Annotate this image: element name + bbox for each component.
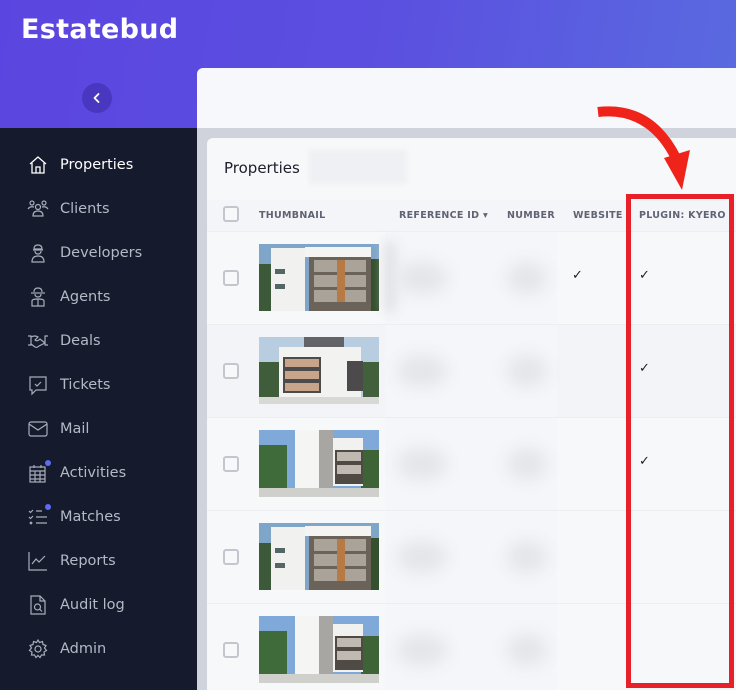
row-checkbox[interactable]: [223, 549, 239, 565]
properties-card: Properties THUMBNAIL REFERENCE ID ▾ NUMB…: [207, 138, 736, 690]
row-checkbox[interactable]: [223, 270, 239, 286]
property-thumbnail[interactable]: [259, 244, 379, 311]
property-thumbnail[interactable]: [259, 430, 379, 497]
redacted-reference-id: [397, 448, 447, 480]
sidebar-item-deals[interactable]: Deals: [0, 319, 197, 363]
website-check-icon: ✓: [572, 268, 583, 283]
sidebar-item-admin[interactable]: Admin: [0, 627, 197, 671]
redacted-count: [309, 150, 407, 184]
kyero-check-icon: ✓: [639, 268, 650, 283]
builder-icon: [27, 242, 49, 264]
agent-icon: [27, 286, 49, 308]
table-row[interactable]: ✓: [207, 418, 736, 511]
redacted-number: [507, 634, 547, 666]
table-row[interactable]: [207, 604, 736, 690]
column-header-plugin-kyero: PLUGIN: KYERO: [639, 210, 726, 221]
sidebar-item-label: Admin: [60, 641, 107, 657]
sidebar-item-clients[interactable]: Clients: [0, 187, 197, 231]
redacted-reference-id: [397, 541, 447, 573]
checklist-icon: [27, 504, 51, 528]
sidebar-item-label: Mail: [60, 421, 90, 437]
notification-dot: [45, 460, 51, 466]
sidebar-item-label: Properties: [60, 157, 134, 173]
sidebar-item-reports[interactable]: Reports: [0, 539, 197, 583]
sidebar-item-properties[interactable]: Properties: [0, 143, 197, 187]
ticket-chat-icon: [27, 374, 49, 396]
sidebar-item-label: Reports: [60, 553, 116, 569]
sidebar-item-label: Activities: [60, 465, 127, 481]
table-row[interactable]: [207, 511, 736, 604]
column-header-reference-id[interactable]: REFERENCE ID ▾: [399, 210, 488, 221]
kyero-check-icon: ✓: [639, 361, 650, 376]
sidebar-item-label: Tickets: [60, 377, 111, 393]
notification-dot: [45, 504, 51, 510]
column-header-number: NUMBER: [507, 210, 555, 221]
redacted-number: [507, 541, 547, 573]
property-thumbnail[interactable]: [259, 616, 379, 683]
collapse-sidebar-button[interactable]: [82, 83, 112, 113]
column-header-website: WEBSITE: [573, 210, 623, 221]
brand-logo[interactable]: Estatebud: [21, 14, 178, 45]
select-all-checkbox[interactable]: [223, 206, 239, 222]
users-icon: [27, 198, 49, 220]
sidebar-item-activities[interactable]: Activities: [0, 451, 197, 495]
sidebar-item-label: Deals: [60, 333, 101, 349]
property-thumbnail[interactable]: [259, 523, 379, 590]
mail-icon: [27, 418, 49, 440]
chevron-left-icon: [93, 93, 100, 103]
sidebar-item-label: Clients: [60, 201, 110, 217]
kyero-check-icon: ✓: [639, 454, 650, 469]
redacted-reference-id: [397, 262, 447, 294]
sidebar-item-label: Matches: [60, 509, 121, 525]
redacted-number: [507, 355, 547, 387]
file-search-icon: [27, 594, 49, 616]
sidebar-item-mail[interactable]: Mail: [0, 407, 197, 451]
home-icon: [27, 154, 49, 176]
row-checkbox[interactable]: [223, 456, 239, 472]
sidebar-item-label: Agents: [60, 289, 111, 305]
row-checkbox[interactable]: [223, 642, 239, 658]
page-title: Properties: [224, 159, 300, 177]
sidebar-item-agents[interactable]: Agents: [0, 275, 197, 319]
chart-icon: [27, 550, 49, 572]
page-header: [197, 68, 736, 128]
table-row[interactable]: ✓ ✓: [207, 232, 736, 325]
handshake-icon: [27, 330, 49, 352]
sidebar-item-matches[interactable]: Matches: [0, 495, 197, 539]
redacted-number: [507, 262, 547, 294]
redaction-edge: [385, 242, 395, 312]
redacted-reference-id: [397, 634, 447, 666]
table-header: THUMBNAIL REFERENCE ID ▾ NUMBER WEBSITE …: [207, 200, 736, 232]
table-row[interactable]: ✓: [207, 325, 736, 418]
redacted-reference-id: [397, 355, 447, 387]
sidebar-item-tickets[interactable]: Tickets: [0, 363, 197, 407]
calendar-icon: [27, 460, 51, 484]
gear-icon: [27, 638, 49, 660]
column-header-thumbnail: THUMBNAIL: [259, 210, 326, 221]
sidebar-item-developers[interactable]: Developers: [0, 231, 197, 275]
sidebar-item-audit-log[interactable]: Audit log: [0, 583, 197, 627]
redacted-number: [507, 448, 547, 480]
sort-desc-icon: ▾: [482, 210, 489, 221]
sidebar-item-label: Audit log: [60, 597, 125, 613]
property-thumbnail[interactable]: [259, 337, 379, 404]
sidebar: Properties Clients Developers Agents Dea…: [0, 128, 197, 690]
sidebar-item-label: Developers: [60, 245, 143, 261]
row-checkbox[interactable]: [223, 363, 239, 379]
